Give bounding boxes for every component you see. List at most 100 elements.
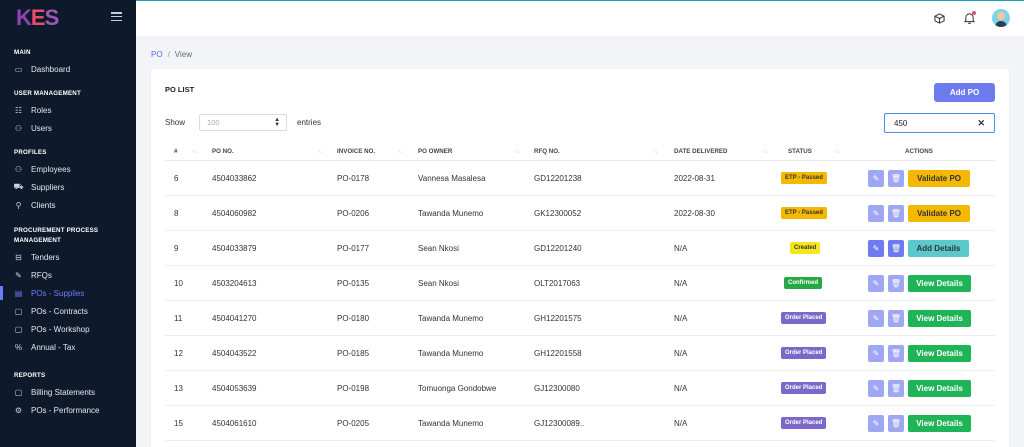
entries-value: 100 [207, 118, 220, 127]
trash-icon[interactable]: 🗑 [888, 309, 904, 327]
view-button[interactable]: View Details [908, 379, 971, 397]
header-num[interactable]: # [174, 148, 177, 155]
trash-icon[interactable]: 🗑 [888, 274, 904, 292]
view-button[interactable]: View Details [908, 309, 971, 327]
sidebar-section: PROFILES ⚇ Employees ⛟ Suppliers ⚲ Clients [0, 148, 136, 214]
logo[interactable]: KES [16, 5, 59, 31]
file-icon: ▢ [14, 306, 23, 316]
sidebar-item-suppliers[interactable]: ⛟ Suppliers [0, 178, 136, 196]
sidebar-item-annual-tax[interactable]: % Annual - Tax [0, 338, 136, 356]
cube-icon[interactable] [932, 11, 946, 25]
users-icon: ⚇ [14, 164, 23, 174]
cell-num: 15 [174, 418, 183, 428]
edit-icon[interactable]: ✎ [868, 414, 884, 432]
cell-rfq-no: GH12201558 [534, 348, 582, 358]
header-status[interactable]: STATUS [788, 148, 812, 155]
trash-icon[interactable]: 🗑 [888, 169, 904, 187]
sidebar-item-pos-performance[interactable]: ⚙ POs - Performance [0, 401, 136, 419]
sidebar-item-pos-workshop[interactable]: ▢ POs - Workshop [0, 320, 136, 338]
trash-icon[interactable]: 🗑 [888, 344, 904, 362]
row-actions: ✎ 🗑 Validate PO [868, 204, 970, 222]
header-invoice-no[interactable]: INVOICE NO. [337, 148, 375, 155]
cell-po-no: 4504043522 [212, 348, 257, 358]
trash-icon[interactable]: 🗑 [888, 379, 904, 397]
cell-po-no: 4504041270 [212, 313, 257, 323]
cell-invoice-no: PO-0135 [337, 278, 370, 288]
file-icon: ▢ [14, 324, 23, 334]
header-po-owner[interactable]: PO OWNER [418, 148, 452, 155]
status-badge: ETP - Passed [781, 172, 827, 184]
trash-icon[interactable]: 🗑 [888, 239, 904, 257]
sidebar-item-label: Dashboard [31, 64, 71, 74]
sidebar-item-label: POs - Supplies [31, 288, 85, 298]
sidebar-item-clients[interactable]: ⚲ Clients [0, 196, 136, 214]
table-row: 12 4504043522 PO-0185 Tawanda Munemo GH12201… [165, 336, 995, 371]
validate-button[interactable]: Validate PO [908, 169, 970, 187]
row-actions: ✎ 🗑 View Details [868, 309, 971, 327]
cell-num: 11 [174, 313, 183, 323]
edit-icon[interactable]: ✎ [868, 204, 884, 222]
cell-po-no: 4504033879 [212, 243, 257, 253]
entries-select[interactable]: 100 ▲ ▼ [199, 114, 288, 131]
cell-po-owner: Tomuonga Gondobwe [418, 383, 497, 393]
trash-icon[interactable]: 🗑 [888, 204, 904, 222]
header-po-no[interactable]: PO NO. [212, 148, 234, 155]
cell-po-owner: Tawanda Munemo [418, 313, 484, 323]
sort-icon[interactable]: ↑↓ [835, 149, 840, 155]
edit-icon[interactable]: ✎ [868, 379, 884, 397]
truck-icon: ⛟ [13, 182, 24, 191]
sidebar-item-billing-statements[interactable]: ▢ Billing Statements [0, 383, 136, 401]
bell-icon[interactable] [962, 11, 976, 25]
validate-button[interactable]: Validate PO [908, 204, 970, 222]
table-row: 10 4503204613 PO-0135 Sean Nkosi OLT2017063 N… [165, 266, 995, 301]
sidebar-item-pos-contracts[interactable]: ▢ POs - Contracts [0, 302, 136, 320]
edit-icon[interactable]: ✎ [868, 344, 884, 362]
view-button[interactable]: View Details [908, 414, 971, 432]
sort-icon[interactable]: ↑↓ [515, 149, 520, 155]
sort-icon[interactable]: ↑↓ [318, 149, 323, 155]
cell-date-delivered: N/A [674, 243, 688, 253]
view-button[interactable]: View Details [908, 274, 971, 292]
breadcrumb-current: View [174, 50, 192, 59]
search-input[interactable]: 450 ✕ [884, 113, 995, 133]
sidebar-item-users[interactable]: ⚇ Users [0, 119, 136, 137]
sidebar-item-tenders[interactable]: ⊟ Tenders [0, 248, 136, 266]
view-button[interactable]: View Details [908, 344, 971, 362]
edit-icon[interactable]: ✎ [868, 309, 884, 327]
show-label: Show [165, 118, 186, 127]
sidebar-item-dashboard[interactable]: ▭ Dashboard [0, 60, 136, 78]
user-check-icon: ⚲ [15, 200, 22, 210]
edit-icon[interactable]: ✎ [868, 169, 884, 187]
sort-icon[interactable]: ↑↓ [398, 149, 403, 155]
header-rfq-no[interactable]: RFQ NO. [534, 148, 560, 155]
edit-icon[interactable]: ✎ [868, 239, 884, 257]
cell-rfq-no: OLT2017063 [534, 278, 581, 288]
cell-po-no: 4504033862 [212, 173, 257, 183]
breadcrumb-po-link[interactable]: PO [151, 50, 163, 59]
sliders-icon: ☷ [14, 105, 23, 115]
add-po-button[interactable]: Add PO [934, 83, 995, 102]
sidebar-item-label: POs - Contracts [31, 306, 88, 316]
cell-rfq-no: GH12201575 [534, 313, 582, 323]
sort-icon[interactable]: ↑↓ [192, 149, 197, 155]
cell-num: 13 [174, 383, 183, 393]
sidebar-section-title: USER MANAGEMENT [14, 90, 81, 97]
po-table: # ↑↓ PO NO. ↑↓ INVOICE NO. ↑↓ PO OWNER ↑↓ RF… [165, 143, 995, 441]
clear-search-icon[interactable]: ✕ [977, 118, 985, 129]
sidebar-section: REPORTS ▢ Billing Statements ⚙ POs - Perform… [0, 371, 136, 419]
sort-icon[interactable]: ↑↓ [763, 149, 768, 155]
add-button[interactable]: Add Details [908, 239, 969, 257]
cell-rfq-no: GK12300052 [534, 208, 582, 218]
status-badge: Created [790, 242, 821, 254]
sidebar-item-rfqs[interactable]: ✎ RFQs [0, 266, 136, 284]
sort-icon[interactable]: ↑↓ [653, 149, 658, 155]
sidebar-item-employees[interactable]: ⚇ Employees [0, 160, 136, 178]
cell-invoice-no: PO-0185 [337, 348, 370, 358]
trash-icon[interactable]: 🗑 [888, 414, 904, 432]
sidebar-item-roles[interactable]: ☷ Roles [0, 101, 136, 119]
hamburger-menu-icon[interactable] [111, 12, 122, 21]
edit-icon[interactable]: ✎ [868, 274, 884, 292]
sidebar-item-pos-supplies[interactable]: ▤ POs - Supplies [0, 284, 136, 302]
header-date-delivered[interactable]: DATE DELIVERED [674, 148, 728, 155]
avatar[interactable] [992, 9, 1010, 27]
